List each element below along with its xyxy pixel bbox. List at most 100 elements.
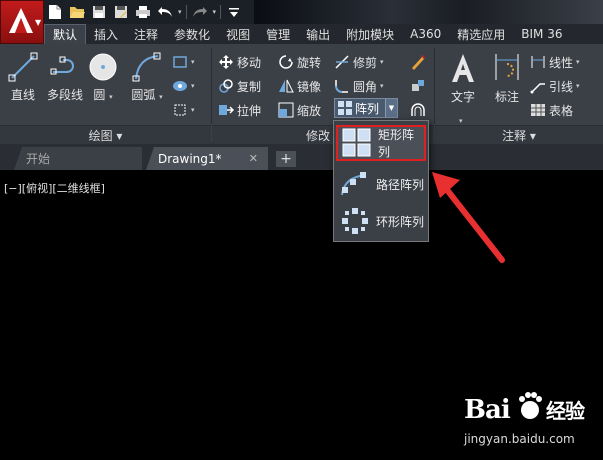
scale-icon xyxy=(278,102,294,118)
undo-dropdown-icon[interactable]: ▾ xyxy=(178,8,182,16)
print-icon[interactable] xyxy=(134,3,152,21)
arc-tool[interactable]: 圆弧 ▾ xyxy=(130,52,164,103)
table-icon xyxy=(531,104,545,116)
baidu-logo-icon: Bai 经验 xyxy=(464,392,586,425)
stretch-icon xyxy=(219,105,234,115)
linear-dimension-icon xyxy=(531,56,545,68)
start-tab-label: 开始 xyxy=(26,152,51,166)
move-icon xyxy=(219,55,233,69)
mirror-tool[interactable]: 镜像 xyxy=(278,76,321,96)
leader-tool[interactable]: 引线 ▾ xyxy=(530,76,580,96)
array-dropdown-menu: 矩形阵列 路径阵列 环形阵列 xyxy=(333,120,429,242)
scale-tool[interactable]: 缩放 xyxy=(278,100,321,120)
toolbar-separator xyxy=(185,5,187,19)
tab-bim360[interactable]: BIM 36 xyxy=(513,24,570,44)
annotation-panel-footer[interactable]: 注释 ▾ xyxy=(435,125,603,144)
save-icon[interactable] xyxy=(90,3,108,21)
rotate-icon xyxy=(279,55,293,69)
explode-tool[interactable] xyxy=(410,76,426,96)
path-array-item[interactable]: 路径阵列 xyxy=(336,166,426,202)
text-dropdown-icon[interactable]: ▾ xyxy=(459,117,463,125)
explode-icon xyxy=(412,80,424,91)
polyline-tool[interactable]: 多段线 xyxy=(44,52,86,103)
tab-addins[interactable]: 附加模块 xyxy=(338,24,402,44)
circle-icon xyxy=(89,53,117,81)
application-menu-button[interactable]: ▼ xyxy=(0,0,44,44)
redo-icon[interactable] xyxy=(191,3,209,21)
circle-tool-label: 圆 ▾ xyxy=(93,88,113,102)
polyline-icon xyxy=(50,56,74,75)
tab-parametric[interactable]: 参数化 xyxy=(166,24,218,44)
arc-tool-label: 圆弧 ▾ xyxy=(131,88,163,102)
fillet-icon xyxy=(335,80,348,93)
arc-icon xyxy=(132,52,161,82)
undo-icon[interactable] xyxy=(156,3,174,21)
tab-output[interactable]: 输出 xyxy=(298,24,338,44)
viewport-controls-label[interactable]: [−][俯视][二维线框] xyxy=(4,180,105,196)
trim-icon xyxy=(335,55,349,69)
dimension-tool-label: 标注 xyxy=(494,90,519,104)
ribbon-tab-bar: 默认 插入 注释 参数化 视图 管理 输出 附加模块 A360 精选应用 BIM… xyxy=(44,24,603,44)
watermark-url: jingyan.baidu.com xyxy=(464,432,575,446)
tab-featured-apps[interactable]: 精选应用 xyxy=(449,24,513,44)
offset-icon xyxy=(411,103,425,116)
tab-manage[interactable]: 管理 xyxy=(258,24,298,44)
close-icon[interactable]: ✕ xyxy=(249,152,258,165)
title-bar-background xyxy=(254,0,603,24)
rectangular-array-icon xyxy=(342,128,372,158)
tab-insert[interactable]: 插入 xyxy=(86,24,126,44)
tab-view[interactable]: 视图 xyxy=(218,24,258,44)
open-icon[interactable] xyxy=(68,3,86,21)
customize-icon[interactable] xyxy=(225,3,243,21)
trim-tool[interactable]: 修剪 ▾ xyxy=(334,52,384,72)
hatch-icon xyxy=(173,81,187,91)
panel-separator xyxy=(434,48,435,124)
panel-separator xyxy=(211,48,212,124)
polar-array-item[interactable]: 环形阵列 xyxy=(336,203,426,239)
hatch-tool[interactable]: ▾ xyxy=(172,76,195,96)
polyline-tool-label: 多段线 xyxy=(46,88,83,102)
new-icon[interactable] xyxy=(46,3,64,21)
stretch-tool[interactable]: 拉伸 xyxy=(218,100,261,120)
erase-icon xyxy=(412,55,425,70)
array-icon xyxy=(338,101,352,115)
dimension-tool[interactable]: 标注 xyxy=(490,52,524,105)
fillet-tool[interactable]: 圆角 ▾ xyxy=(334,76,384,96)
rectangle-tool[interactable]: ▾ xyxy=(172,52,195,72)
redo-dropdown-icon[interactable]: ▾ xyxy=(213,8,217,16)
tab-annotate[interactable]: 注释 xyxy=(126,24,166,44)
svg-text:经验: 经验 xyxy=(546,399,585,423)
svg-text:Bai: Bai xyxy=(464,395,511,425)
boundary-tool[interactable]: ▾ xyxy=(172,100,195,120)
red-annotation-arrow-icon xyxy=(432,172,505,263)
tab-default[interactable]: 默认 xyxy=(44,24,87,44)
drawing-tab-label: Drawing1* xyxy=(158,151,222,166)
save-as-icon[interactable] xyxy=(112,3,130,21)
line-tool-label: 直线 xyxy=(10,88,35,102)
path-array-icon xyxy=(340,169,370,199)
move-tool[interactable]: 移动 xyxy=(218,52,261,72)
text-tool[interactable]: 文字 xyxy=(446,52,480,105)
drawing-tab[interactable]: Drawing1* ✕ xyxy=(146,147,268,170)
array-button[interactable]: 阵列 ▼ xyxy=(334,98,398,118)
circle-tool[interactable]: 圆 ▾ xyxy=(88,52,118,103)
table-tool[interactable]: 表格 xyxy=(530,100,573,120)
linear-tool[interactable]: 线性 ▾ xyxy=(530,52,580,72)
rectangular-array-item[interactable]: 矩形阵列 xyxy=(336,125,426,161)
draw-panel-footer[interactable]: 绘图 ▾ xyxy=(0,125,211,144)
rectangle-icon xyxy=(173,56,187,68)
offset-tool[interactable] xyxy=(410,100,426,120)
autocad-logo-icon xyxy=(9,8,33,33)
rotate-tool[interactable]: 旋转 xyxy=(278,52,321,72)
copy-tool[interactable]: 复制 xyxy=(218,76,261,96)
new-tab-button[interactable]: + xyxy=(276,151,296,167)
path-array-label: 路径阵列 xyxy=(376,177,425,192)
array-dropdown-arrow-icon[interactable]: ▼ xyxy=(385,99,397,117)
tab-a360[interactable]: A360 xyxy=(402,24,449,44)
line-tool[interactable]: 直线 xyxy=(6,52,40,103)
start-tab[interactable]: 开始 xyxy=(14,147,142,170)
rectangular-array-label: 矩形阵列 xyxy=(378,128,415,159)
array-button-label: 阵列 xyxy=(355,101,380,116)
text-tool-label: 文字 xyxy=(450,90,475,104)
erase-tool[interactable] xyxy=(410,52,426,72)
